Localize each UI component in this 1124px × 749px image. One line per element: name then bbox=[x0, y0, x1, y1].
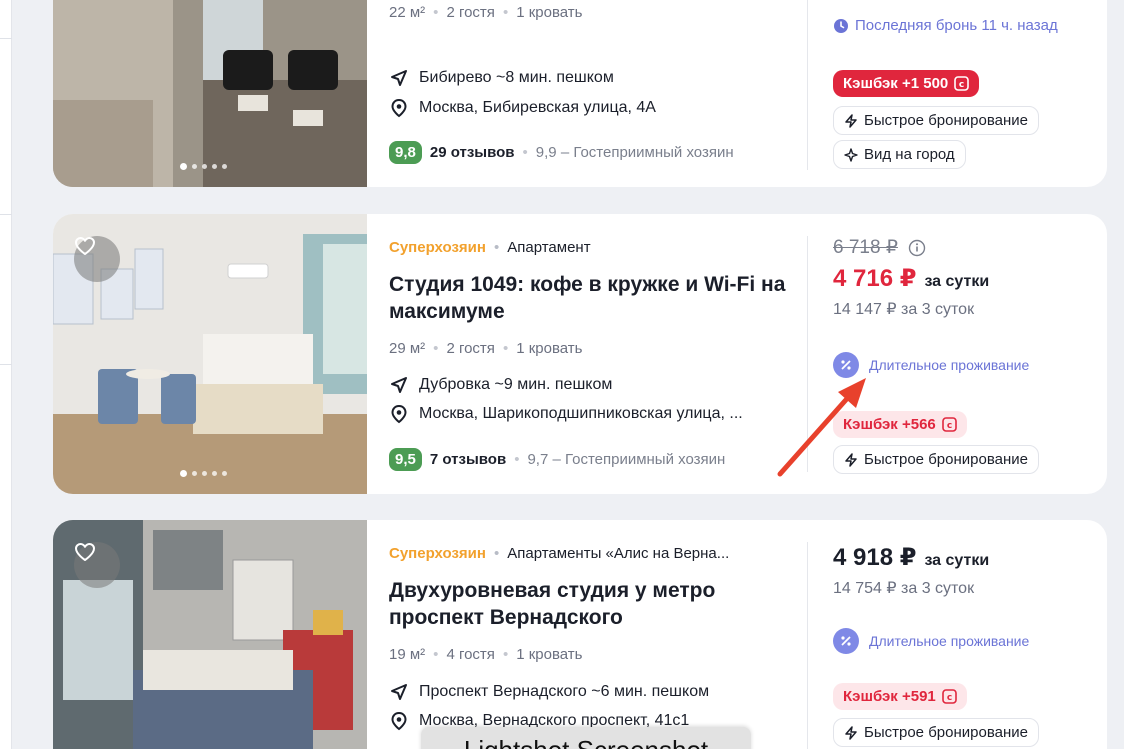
price-line: 4 918 ₽ за сутки bbox=[833, 543, 989, 572]
lightning-icon bbox=[845, 113, 857, 128]
superhost-badge: Суперхозяин bbox=[389, 545, 486, 562]
superhost-badge: Суперхозяин bbox=[389, 239, 486, 256]
host-score: 9,9 – Гостеприимный хозяин bbox=[535, 144, 734, 161]
listing-title[interactable]: Студия 1049: кофе в кружке и Wi-Fi на ма… bbox=[389, 271, 789, 325]
lightning-icon bbox=[845, 725, 857, 740]
listing-title[interactable]: Двухуровневая студия у метро проспект Ве… bbox=[389, 577, 789, 631]
percent-icon bbox=[833, 352, 859, 378]
listing-meta: 29 м² • 2 гостя • 1 кровать bbox=[389, 340, 583, 357]
svg-text:c: c bbox=[947, 693, 952, 703]
photo-pagination-dots[interactable] bbox=[180, 163, 227, 170]
info-icon[interactable] bbox=[908, 239, 926, 257]
svg-text:c: c bbox=[959, 80, 964, 90]
rating-badge: 9,5 bbox=[389, 448, 422, 471]
reviews-link[interactable]: 7 отзывов bbox=[430, 451, 506, 468]
heart-icon bbox=[75, 543, 95, 561]
total-price: 14 147 ₽ за 3 суток bbox=[833, 301, 975, 318]
per-night: за сутки bbox=[924, 552, 990, 569]
location-pin-icon bbox=[391, 711, 407, 731]
instant-booking-chip: Быстрое бронирование bbox=[833, 718, 1039, 747]
navigation-arrow-icon bbox=[391, 70, 407, 86]
divider bbox=[807, 0, 808, 170]
navigation-arrow-icon bbox=[391, 684, 407, 700]
location-pin-icon bbox=[391, 98, 407, 118]
percent-icon bbox=[833, 628, 859, 654]
per-night: за сутки bbox=[924, 273, 990, 290]
listing-tags: Суперхозяин • Апартамент bbox=[389, 239, 591, 256]
divider bbox=[807, 542, 808, 749]
cashback-icon: c bbox=[941, 417, 957, 432]
price: 4 918 ₽ bbox=[833, 544, 917, 571]
sparkle-icon bbox=[844, 147, 858, 162]
cashback-badge: Кэшбэк +591 c bbox=[833, 683, 967, 710]
price: 4 716 ₽ bbox=[833, 265, 917, 292]
clock-icon bbox=[834, 18, 848, 33]
cashback-icon: c bbox=[954, 76, 970, 91]
cashback-badge: Кэшбэк +566 c bbox=[833, 411, 967, 438]
instant-booking-chip: Быстрое бронирование bbox=[833, 445, 1039, 474]
total-price: 14 754 ₽ за 3 суток bbox=[833, 580, 975, 597]
price-line: 4 716 ₽ за сутки bbox=[833, 264, 989, 293]
lightning-icon bbox=[845, 452, 857, 467]
city-view-chip: Вид на город bbox=[833, 140, 966, 169]
long-stay-badge: Длительное проживание bbox=[833, 628, 1029, 654]
left-rail bbox=[0, 0, 12, 749]
cashback-icon: c bbox=[941, 689, 957, 704]
recent-booking: Последняя бронь 11 ч. назад bbox=[833, 17, 1058, 34]
navigation-arrow-icon bbox=[391, 377, 407, 393]
favorite-button[interactable] bbox=[74, 236, 120, 282]
favorite-button[interactable] bbox=[74, 542, 120, 588]
heart-icon bbox=[75, 237, 95, 255]
divider bbox=[807, 236, 808, 472]
property-type: Апартамент bbox=[507, 239, 591, 256]
rating-row: 9,8 29 отзывов • 9,9 – Гостеприимный хоз… bbox=[389, 141, 789, 164]
property-type: Апартаменты «Алис на Верна... bbox=[507, 545, 730, 562]
long-stay-badge: Длительное проживание bbox=[833, 352, 1029, 378]
metro-info: Проспект Вернадского ~6 мин. пешком bbox=[389, 682, 789, 702]
address: Москва, Шарикоподшипниковская улица, ... bbox=[389, 404, 789, 424]
listing-meta: 19 м² • 4 гостя • 1 кровать bbox=[389, 646, 583, 663]
screenshot-tool-watermark: Lightshot Screenshot bbox=[421, 727, 751, 749]
rating-badge: 9,8 bbox=[389, 141, 422, 164]
listing-card[interactable]: Суперхозяин • Апартамент Студия 1049: кофе… bbox=[53, 214, 1107, 494]
instant-booking-chip: Быстрое бронирование bbox=[833, 106, 1039, 135]
listing-meta: 22 м² • 2 гостя • 1 кровать bbox=[389, 4, 583, 21]
reviews-link[interactable]: 29 отзывов bbox=[430, 144, 515, 161]
listing-photo[interactable] bbox=[53, 0, 367, 187]
rating-row: 9,5 7 отзывов • 9,7 – Гостеприимный хозя… bbox=[389, 448, 789, 471]
listing-card[interactable]: Суперхозяин • Апартаменты «Алис на Верна..… bbox=[53, 520, 1107, 749]
svg-text:c: c bbox=[947, 421, 952, 431]
host-score: 9,7 – Гостеприимный хозяин bbox=[527, 451, 726, 468]
listing-card[interactable]: 22 м² • 2 гостя • 1 кровать Бибирево ~8 мин.… bbox=[53, 0, 1107, 187]
photo-pagination-dots[interactable] bbox=[180, 470, 227, 477]
address: Москва, Бибиревская улица, 4А bbox=[389, 98, 789, 118]
listing-tags: Суперхозяин • Апартаменты «Алис на Верна..… bbox=[389, 545, 730, 562]
cashback-badge: Кэшбэк +1 500 c bbox=[833, 70, 980, 97]
listing-photo[interactable] bbox=[53, 520, 367, 749]
metro-info: Бибирево ~8 мин. пешком bbox=[389, 68, 789, 88]
old-price: 6 718 ₽ bbox=[833, 236, 926, 259]
listing-photo[interactable] bbox=[53, 214, 367, 494]
location-pin-icon bbox=[391, 404, 407, 424]
metro-info: Дубровка ~9 мин. пешком bbox=[389, 375, 789, 395]
